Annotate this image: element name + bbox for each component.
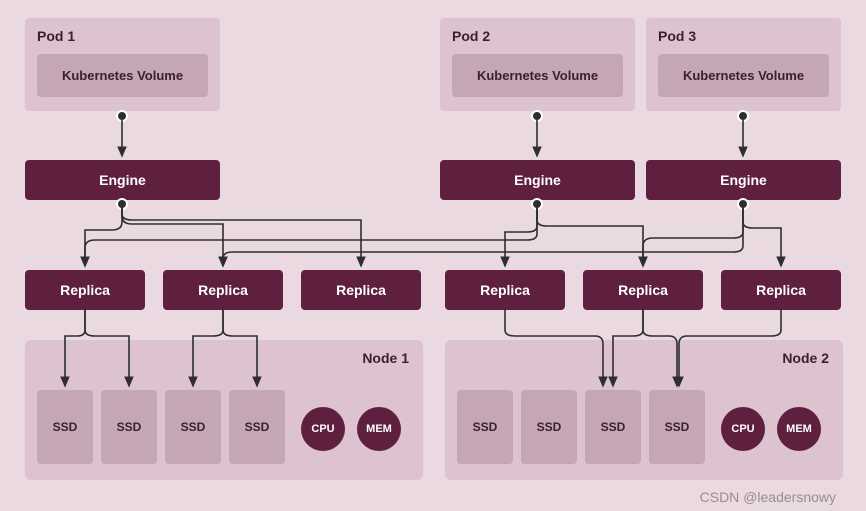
- watermark: CSDN @leadersnowy: [700, 489, 836, 505]
- ssd-box: SSD: [229, 390, 285, 464]
- pod-1: Pod 1 Kubernetes Volume: [25, 18, 220, 111]
- engine-box-3: Engine: [646, 160, 841, 200]
- ssd-box: SSD: [585, 390, 641, 464]
- ssd-box: SSD: [165, 390, 221, 464]
- replica-box-1: Replica: [25, 270, 145, 310]
- ssd-box: SSD: [521, 390, 577, 464]
- cpu-circle: CPU: [301, 407, 345, 451]
- replica-box-5: Replica: [583, 270, 703, 310]
- node-1: Node 1 SSD SSD SSD SSD CPU MEM: [25, 340, 423, 480]
- replica-box-3: Replica: [301, 270, 421, 310]
- mem-circle: MEM: [777, 407, 821, 451]
- mem-circle: MEM: [357, 407, 401, 451]
- engine-box-1: Engine: [25, 160, 220, 200]
- engine-box-2: Engine: [440, 160, 635, 200]
- ssd-box: SSD: [37, 390, 93, 464]
- node-title: Node 2: [782, 350, 829, 366]
- kubernetes-volume-box: Kubernetes Volume: [452, 54, 623, 97]
- pod-title: Pod 3: [658, 28, 829, 44]
- node-2: Node 2 SSD SSD SSD SSD CPU MEM: [445, 340, 843, 480]
- kubernetes-volume-box: Kubernetes Volume: [37, 54, 208, 97]
- replica-box-6: Replica: [721, 270, 841, 310]
- pod-title: Pod 2: [452, 28, 623, 44]
- pod-3: Pod 3 Kubernetes Volume: [646, 18, 841, 111]
- replica-box-4: Replica: [445, 270, 565, 310]
- cpu-circle: CPU: [721, 407, 765, 451]
- ssd-box: SSD: [101, 390, 157, 464]
- kubernetes-volume-box: Kubernetes Volume: [658, 54, 829, 97]
- pod-title: Pod 1: [37, 28, 208, 44]
- replica-box-2: Replica: [163, 270, 283, 310]
- ssd-box: SSD: [649, 390, 705, 464]
- ssd-box: SSD: [457, 390, 513, 464]
- node-title: Node 1: [362, 350, 409, 366]
- pod-2: Pod 2 Kubernetes Volume: [440, 18, 635, 111]
